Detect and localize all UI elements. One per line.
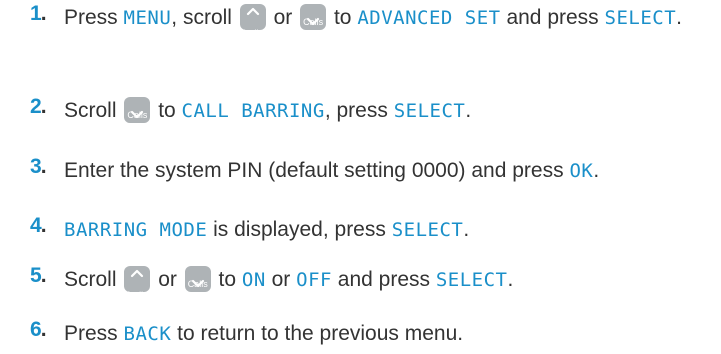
- step-5: 5. Scroll Redial or Calls to ON or OFF a…: [30, 264, 714, 300]
- step-1: 1. Press MENU, scroll Redial or Calls to…: [30, 2, 714, 38]
- calls-down-key-icon: Calls: [124, 97, 151, 123]
- display-text: SELECT: [391, 219, 464, 241]
- step-2: 2. Scroll Calls to CALL BARRING, press S…: [30, 95, 714, 127]
- display-text: SELECT: [604, 7, 677, 29]
- step-text: Press BACK to return to the previous men…: [64, 322, 464, 345]
- step-number: 1.: [30, 2, 47, 25]
- step-number: 2.: [30, 95, 47, 118]
- display-text: BARRING MODE: [64, 219, 208, 241]
- calls-down-key-icon: Calls: [184, 266, 211, 292]
- display-text: ADVANCED SET: [357, 7, 501, 29]
- step-text: Enter the system PIN (default setting 00…: [64, 159, 600, 182]
- step-number: 3.: [30, 155, 47, 178]
- step-number: 5.: [30, 264, 47, 287]
- display-text: ON: [241, 269, 266, 291]
- step-4: 4. BARRING MODE is displayed, press SELE…: [30, 214, 714, 246]
- step-number: 6.: [30, 318, 47, 341]
- display-text: MENU: [123, 7, 172, 29]
- display-text: SELECT: [435, 269, 508, 291]
- step-3: 3. Enter the system PIN (default setting…: [30, 155, 714, 187]
- display-text: BACK: [123, 323, 172, 345]
- redial-up-key-icon: Redial: [124, 266, 151, 300]
- step-text: BARRING MODE is displayed, press SELECT.: [64, 218, 470, 241]
- step-text: Scroll Calls to CALL BARRING, press SELE…: [64, 97, 472, 123]
- calls-down-key-icon: Calls: [300, 4, 327, 30]
- step-text: Scroll Redial or Calls to ON or OFF and …: [64, 266, 514, 300]
- step-number: 4.: [30, 214, 47, 237]
- display-text: SELECT: [393, 100, 466, 122]
- step-text: Press MENU, scroll Redial or Calls to AD…: [64, 4, 682, 38]
- display-text: OFF: [296, 269, 332, 291]
- display-text: CALL BARRING: [181, 100, 325, 122]
- redial-up-key-icon: Redial: [239, 4, 266, 38]
- step-6: 6. Press BACK to return to the previous …: [30, 318, 714, 350]
- display-text: OK: [569, 160, 594, 182]
